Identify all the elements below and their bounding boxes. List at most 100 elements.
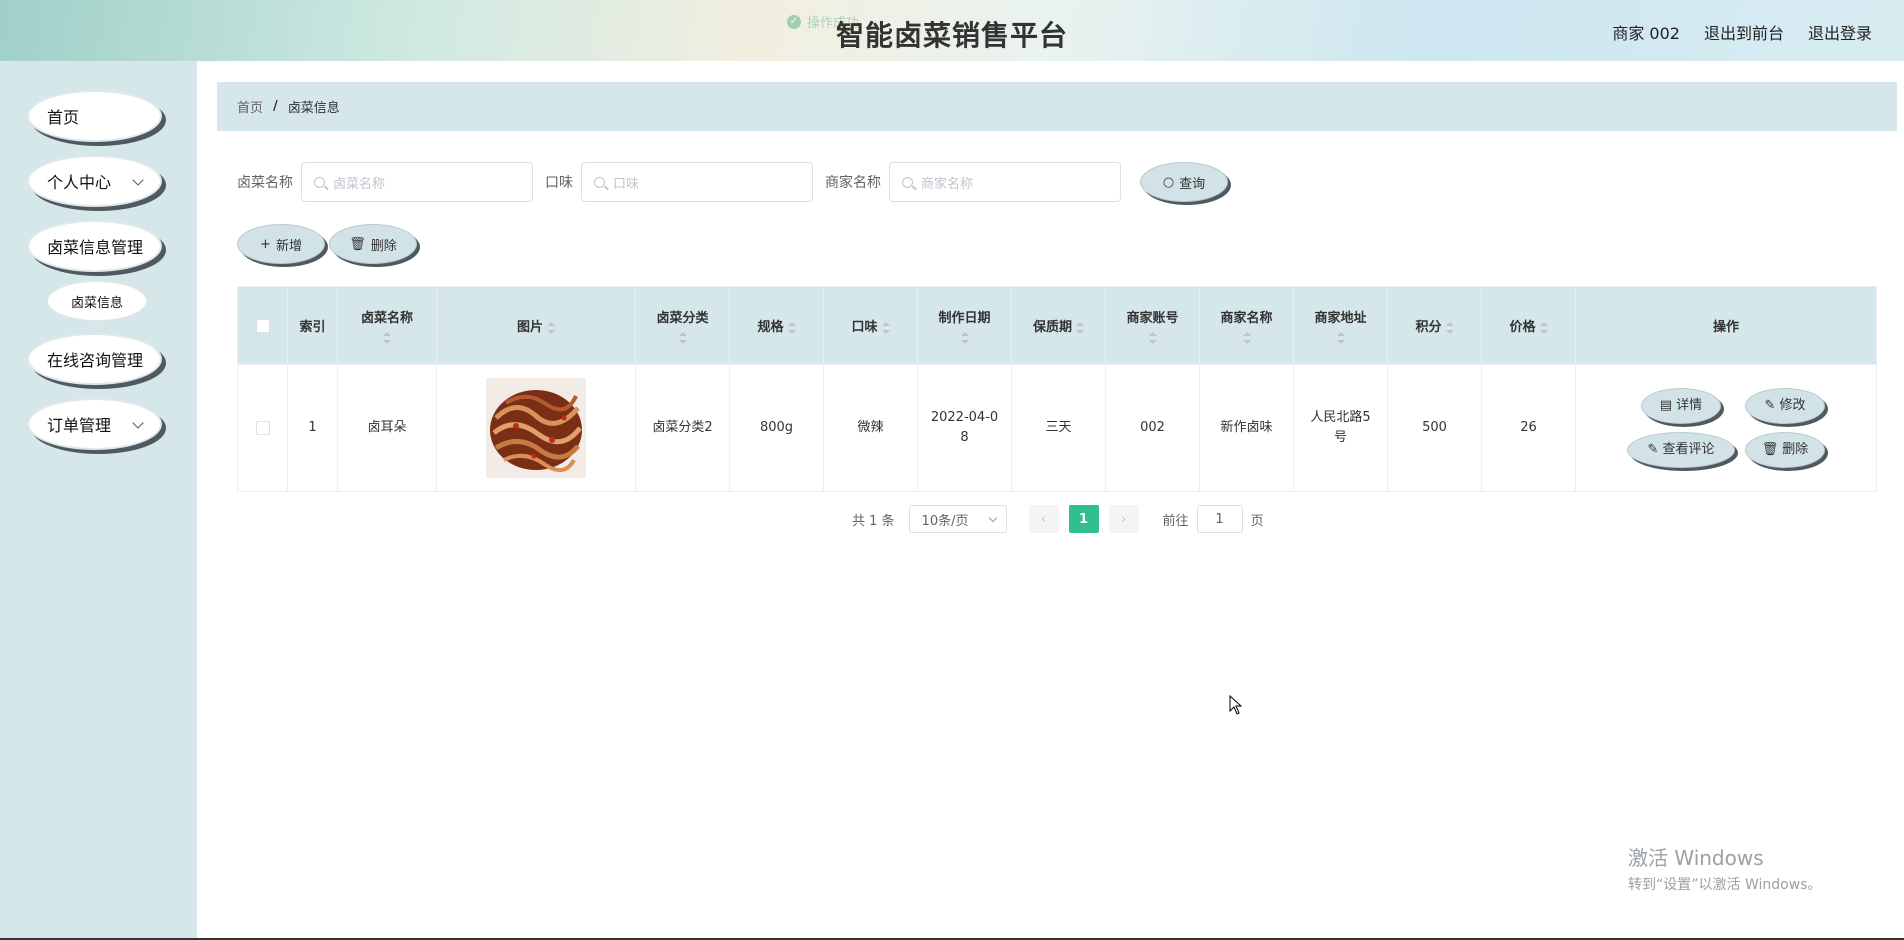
select-all-checkbox[interactable] bbox=[255, 318, 270, 333]
col-shelf-life-label: 保质期 bbox=[1032, 320, 1072, 335]
col-merchant-address[interactable]: 商家地址 bbox=[1293, 286, 1388, 365]
sort-icon[interactable] bbox=[547, 321, 555, 334]
breadcrumb-separator: / bbox=[273, 99, 278, 114]
logout-link[interactable]: 退出登录 bbox=[1808, 20, 1872, 44]
cell-merchant-address: 人民北路5 号 bbox=[1293, 364, 1388, 492]
chevron-right-icon: › bbox=[1120, 511, 1127, 527]
col-merchant-account[interactable]: 商家账号 bbox=[1105, 286, 1200, 365]
col-date-label: 制作日期 bbox=[938, 311, 991, 326]
windows-activation-watermark: 激活 Windows 转到“设置”以激活 Windows。 bbox=[1628, 842, 1821, 894]
row-actions: ▤ 详情 ✎ 修改 ✎ 查看评论 🗑︎ 删除 bbox=[1576, 388, 1876, 468]
sort-icon[interactable] bbox=[1242, 332, 1251, 344]
col-ops-label: 操作 bbox=[1712, 320, 1739, 335]
goto-page-input[interactable]: 1 bbox=[1196, 505, 1243, 533]
sidebar-item-personal-center[interactable]: 个人中心 bbox=[27, 155, 162, 207]
sort-icon[interactable] bbox=[383, 332, 391, 344]
row-select-cell bbox=[237, 364, 288, 492]
sort-icon[interactable] bbox=[960, 332, 969, 344]
cell-category: 卤菜分类2 bbox=[635, 364, 730, 492]
sidebar-item-consult-management[interactable]: 在线咨询管理 bbox=[27, 333, 162, 385]
col-taste[interactable]: 口味 bbox=[823, 286, 918, 365]
pencil-icon: ✎ bbox=[1647, 442, 1659, 457]
taste-search-input[interactable]: 口味 bbox=[581, 162, 813, 202]
edit-button[interactable]: ✎ 修改 bbox=[1745, 388, 1825, 424]
col-date[interactable]: 制作日期 bbox=[917, 286, 1012, 365]
sort-icon[interactable] bbox=[881, 321, 890, 334]
date-line-1: 2022-04-0 bbox=[930, 410, 999, 425]
breadcrumb: 首页 / 卤菜信息 bbox=[217, 82, 1897, 131]
cell-price: 26 bbox=[1481, 364, 1576, 492]
merchant-label: 商家名称 bbox=[825, 175, 881, 191]
breadcrumb-current: 卤菜信息 bbox=[287, 101, 340, 116]
page-number-current[interactable]: 1 bbox=[1068, 505, 1099, 533]
col-points[interactable]: 积分 bbox=[1387, 286, 1482, 365]
cell-shelf-life: 三天 bbox=[1011, 364, 1106, 492]
col-index: 索引 bbox=[287, 286, 338, 365]
col-points-label: 积分 bbox=[1415, 320, 1442, 335]
col-spec[interactable]: 规格 bbox=[729, 286, 824, 365]
food-thumbnail[interactable] bbox=[486, 378, 586, 478]
sidebar-item-label: 在线咨询管理 bbox=[47, 351, 144, 370]
address-line-2: 号 bbox=[1333, 430, 1347, 445]
sort-icon[interactable] bbox=[1539, 321, 1548, 334]
col-merchant-address-label: 商家地址 bbox=[1314, 311, 1367, 326]
col-merchant-name[interactable]: 商家名称 bbox=[1199, 286, 1294, 365]
add-button[interactable]: + 新增 bbox=[237, 224, 325, 264]
select-all-cell bbox=[237, 286, 288, 365]
sort-icon[interactable] bbox=[1148, 332, 1157, 344]
sidebar-item-order-management[interactable]: 订单管理 bbox=[27, 398, 162, 450]
search-bar: 卤菜名称 卤菜名称 口味 口味 商家名称 商家名称 bbox=[237, 162, 1133, 202]
name-placeholder: 卤菜名称 bbox=[333, 176, 386, 192]
delete-button[interactable]: 🗑︎ 删除 bbox=[329, 224, 417, 264]
delete-label: 删除 bbox=[370, 238, 397, 254]
sort-icon[interactable] bbox=[678, 332, 687, 344]
detail-button[interactable]: ▤ 详情 bbox=[1641, 388, 1721, 424]
col-image[interactable]: 图片 bbox=[436, 286, 636, 365]
sort-icon[interactable] bbox=[787, 321, 796, 334]
col-price-label: 价格 bbox=[1509, 320, 1536, 335]
query-button[interactable]: ○ 查询 bbox=[1140, 162, 1228, 202]
sidebar-item-home[interactable]: 首页 bbox=[27, 90, 162, 142]
cell-merchant-account: 002 bbox=[1105, 364, 1200, 492]
merchant-search-input[interactable]: 商家名称 bbox=[889, 162, 1121, 202]
search-icon bbox=[314, 176, 325, 188]
sidebar-item-food-management[interactable]: 卤菜信息管理 bbox=[27, 220, 162, 272]
name-label: 卤菜名称 bbox=[237, 175, 293, 191]
col-ops: 操作 bbox=[1575, 286, 1877, 365]
chevron-down-icon bbox=[132, 417, 144, 429]
cell-spec: 800g bbox=[729, 364, 824, 492]
sidebar: 首页 个人中心 卤菜信息管理 卤菜信息 在线咨询管理 订单管理 bbox=[0, 61, 197, 940]
breadcrumb-home[interactable]: 首页 bbox=[237, 97, 263, 116]
name-search-input[interactable]: 卤菜名称 bbox=[301, 162, 533, 202]
table-row: 1 卤耳朵 卤菜分类2 800g 微辣 2022-04-0 8 三天 002 新… bbox=[237, 364, 1877, 492]
page-size-select[interactable]: 10条/页 bbox=[908, 505, 1007, 533]
trash-icon: 🗑︎ bbox=[349, 236, 366, 252]
col-image-label: 图片 bbox=[516, 320, 543, 335]
prev-page-button[interactable]: ‹ bbox=[1028, 505, 1059, 533]
col-spec-label: 规格 bbox=[757, 320, 784, 335]
sort-icon[interactable] bbox=[1336, 332, 1345, 344]
goto-value: 1 bbox=[1215, 511, 1224, 527]
goto-label: 前往 bbox=[1162, 513, 1189, 529]
current-user[interactable]: 商家 002 bbox=[1612, 20, 1680, 44]
plus-icon: + bbox=[260, 236, 271, 252]
sort-icon[interactable] bbox=[1445, 321, 1454, 334]
col-price[interactable]: 价格 bbox=[1481, 286, 1576, 365]
back-to-front-link[interactable]: 退出到前台 bbox=[1704, 20, 1784, 44]
total-count: 共 1 条 bbox=[852, 513, 895, 529]
sort-icon[interactable] bbox=[1076, 321, 1084, 334]
edit-label: 修改 bbox=[1779, 398, 1806, 413]
cell-date: 2022-04-0 8 bbox=[917, 364, 1012, 492]
top-header: ✓ 操作成功 智能卤菜销售平台 商家 002 退出到前台 退出登录 bbox=[0, 0, 1904, 61]
sidebar-subitem-food-info[interactable]: 卤菜信息 bbox=[47, 281, 147, 321]
view-reviews-button[interactable]: ✎ 查看评论 bbox=[1627, 432, 1735, 468]
sidebar-item-label: 卤菜信息 bbox=[70, 295, 123, 311]
next-page-button[interactable]: › bbox=[1108, 505, 1139, 533]
row-checkbox[interactable] bbox=[255, 420, 270, 435]
col-shelf-life[interactable]: 保质期 bbox=[1011, 286, 1106, 365]
trash-icon: 🗑︎ bbox=[1761, 442, 1779, 457]
cell-points: 500 bbox=[1387, 364, 1482, 492]
col-name[interactable]: 卤菜名称 bbox=[337, 286, 437, 365]
col-category[interactable]: 卤菜分类 bbox=[635, 286, 730, 365]
row-delete-button[interactable]: 🗑︎ 删除 bbox=[1745, 432, 1825, 468]
